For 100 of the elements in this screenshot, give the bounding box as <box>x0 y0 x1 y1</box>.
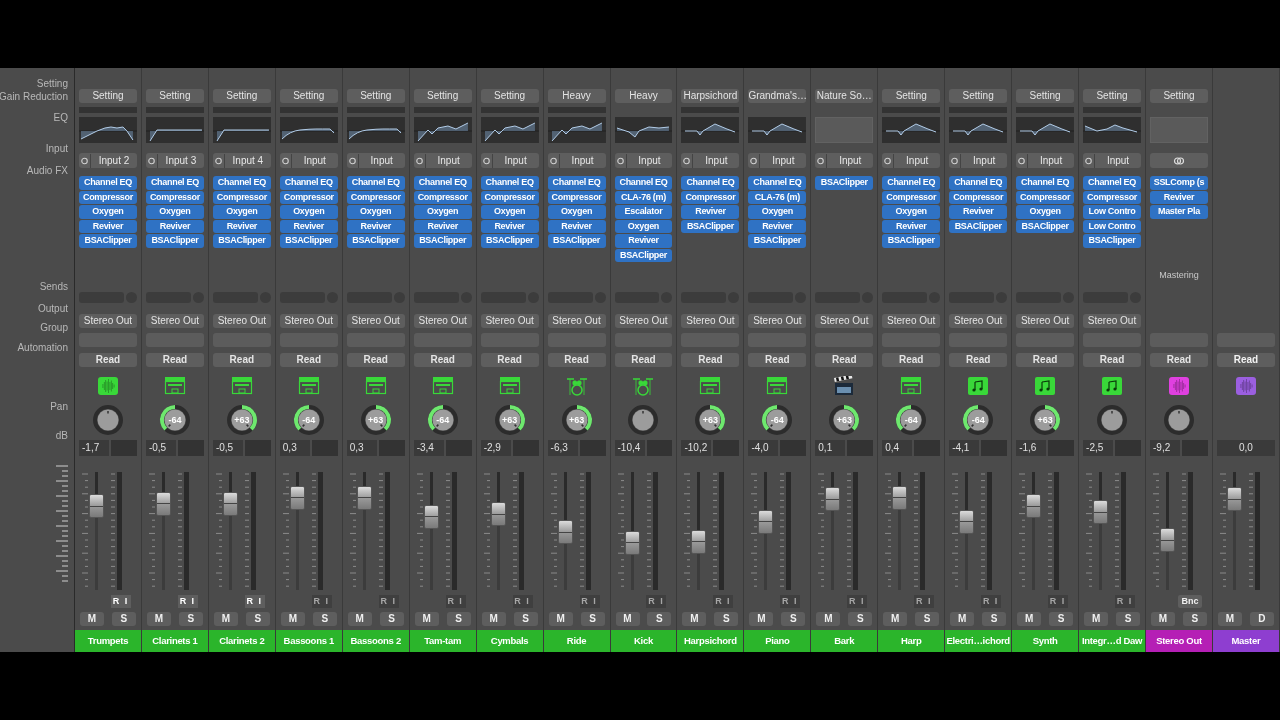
plugin-slot[interactable]: Compressor <box>949 190 1008 204</box>
track-name[interactable]: Master <box>1212 630 1279 652</box>
record-button[interactable]: I <box>120 595 131 608</box>
monitor-icon[interactable] <box>480 153 493 168</box>
plugin-slot[interactable]: Reviver <box>1150 190 1208 204</box>
track-name[interactable]: Stereo Out <box>1146 630 1212 652</box>
plugin-slot[interactable]: Channel EQ <box>145 176 204 190</box>
automation-button[interactable]: Read <box>614 353 673 367</box>
output-button[interactable]: Stereo Out <box>547 314 606 328</box>
pan-knob[interactable] <box>493 404 526 436</box>
record-button[interactable]: R <box>713 595 724 608</box>
record-button[interactable]: R <box>780 595 791 608</box>
setting-button[interactable]: Setting <box>346 89 405 103</box>
fader-thumb[interactable] <box>356 485 372 510</box>
output-button[interactable]: Stereo Out <box>480 314 539 328</box>
setting-button[interactable]: Setting <box>1016 89 1075 103</box>
eq-curve-display[interactable] <box>1083 117 1141 143</box>
plugin-slot[interactable]: Oxygen <box>547 205 606 219</box>
plugin-slot[interactable]: Reviver <box>413 219 472 233</box>
plugin-slot[interactable]: Compressor <box>413 190 472 204</box>
fader-track[interactable] <box>1093 472 1109 590</box>
record-button[interactable]: I <box>857 595 868 608</box>
plugin-slot[interactable]: Reviver <box>346 219 405 233</box>
automation-button[interactable]: Read <box>748 353 807 367</box>
channel-button[interactable]: S <box>178 612 203 626</box>
record-button[interactable]: R <box>512 595 523 608</box>
plugin-slot[interactable]: Channel EQ <box>480 176 539 190</box>
eq-curve-display[interactable] <box>212 117 271 143</box>
monitor-icon[interactable] <box>145 153 158 168</box>
eq-curve-display[interactable] <box>882 117 941 143</box>
fader-track[interactable] <box>892 472 908 590</box>
channel-button[interactable]: M <box>481 612 506 626</box>
pan-knob[interactable] <box>225 404 258 436</box>
fader-track[interactable] <box>691 472 707 590</box>
monitor-icon[interactable] <box>346 153 359 168</box>
plugin-slot[interactable]: Reviver <box>79 219 137 233</box>
fader-track[interactable] <box>89 472 104 590</box>
channel-button[interactable]: M <box>414 612 439 626</box>
fader-track[interactable] <box>490 472 506 590</box>
plugin-slot[interactable]: Compressor <box>882 190 941 204</box>
plugin-slot[interactable]: Channel EQ <box>949 176 1008 190</box>
monitor-icon[interactable] <box>413 153 426 168</box>
eq-curve-display[interactable] <box>748 117 807 143</box>
pan-knob[interactable] <box>158 404 191 436</box>
channel-button[interactable]: S <box>513 612 538 626</box>
plugin-slot[interactable]: Reviver <box>547 219 606 233</box>
channel-button[interactable]: S <box>1116 612 1140 626</box>
channel-button[interactable]: M <box>615 612 640 626</box>
eq-curve-display[interactable] <box>279 117 338 143</box>
plugin-slot[interactable]: BSAClipper <box>145 234 204 248</box>
track-name[interactable]: Harp <box>878 630 945 652</box>
fader-track[interactable] <box>825 472 841 590</box>
setting-button[interactable]: Setting <box>480 89 539 103</box>
record-button[interactable]: R <box>378 595 389 608</box>
plugin-slot[interactable]: BSAClipper <box>413 234 472 248</box>
automation-button[interactable]: Read <box>681 353 740 367</box>
channel-button[interactable]: S <box>647 612 672 626</box>
fader-track[interactable] <box>356 472 372 590</box>
output-button[interactable]: Stereo Out <box>279 314 338 328</box>
pan-knob[interactable] <box>962 404 995 436</box>
record-button[interactable]: R <box>311 595 322 608</box>
monitor-icon[interactable] <box>748 153 761 168</box>
channel-button[interactable]: D <box>1249 612 1274 626</box>
fader-track[interactable] <box>155 472 171 590</box>
channel-button[interactable]: S <box>1049 612 1074 626</box>
plugin-slot[interactable]: Channel EQ <box>748 176 807 190</box>
plugin-slot[interactable]: Oxygen <box>1016 205 1075 219</box>
record-button[interactable]: R <box>1115 595 1125 608</box>
record-button[interactable]: R <box>177 595 188 608</box>
pan-knob[interactable] <box>761 404 794 436</box>
fader-thumb[interactable] <box>691 529 707 554</box>
automation-button[interactable]: Read <box>413 353 472 367</box>
record-button[interactable]: R <box>847 595 858 608</box>
plugin-slot[interactable]: Reviver <box>681 205 740 219</box>
record-button[interactable]: I <box>1125 595 1135 608</box>
setting-button[interactable]: Setting <box>212 89 271 103</box>
channel-button[interactable]: S <box>245 612 270 626</box>
plugin-slot[interactable]: Compressor <box>346 190 405 204</box>
record-button[interactable]: R <box>110 595 121 608</box>
channel-button[interactable]: S <box>1182 612 1207 626</box>
plugin-slot[interactable]: Oxygen <box>145 205 204 219</box>
setting-button[interactable]: Grandma's… <box>748 89 807 103</box>
setting-button[interactable]: Heavy <box>547 89 606 103</box>
monitor-icon[interactable] <box>949 153 962 168</box>
output-button[interactable]: Stereo Out <box>413 314 472 328</box>
track-name[interactable]: Clarinets 1 <box>141 630 208 652</box>
eq-curve-display[interactable] <box>681 117 740 143</box>
plugin-slot[interactable]: Master Pla <box>1150 205 1208 219</box>
channel-button[interactable]: S <box>714 612 739 626</box>
pan-knob[interactable] <box>828 404 861 436</box>
record-button[interactable]: I <box>522 595 533 608</box>
plugin-slot[interactable]: Channel EQ <box>1083 176 1141 190</box>
automation-button[interactable]: Read <box>79 353 137 367</box>
output-button[interactable]: Stereo Out <box>681 314 740 328</box>
setting-button[interactable]: Setting <box>882 89 941 103</box>
record-button[interactable]: I <box>924 595 935 608</box>
fader-thumb[interactable] <box>222 491 238 516</box>
plugin-slot[interactable]: Low Contro <box>1083 205 1141 219</box>
plugin-slot[interactable]: Reviver <box>279 219 338 233</box>
fader-thumb[interactable] <box>892 485 908 510</box>
